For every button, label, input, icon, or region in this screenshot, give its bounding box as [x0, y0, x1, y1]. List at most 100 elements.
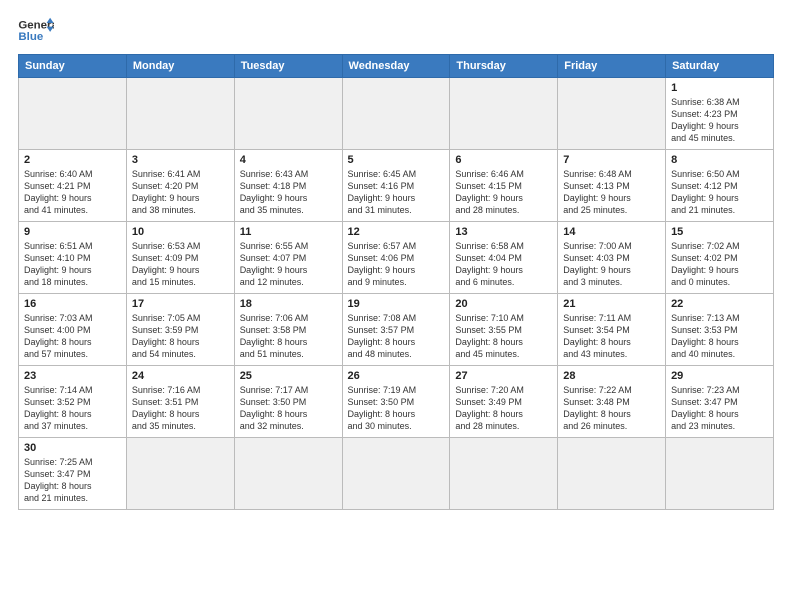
calendar-cell: 14Sunrise: 7:00 AM Sunset: 4:03 PM Dayli…	[558, 222, 666, 294]
calendar-cell	[558, 438, 666, 510]
calendar-cell	[126, 78, 234, 150]
calendar-cell: 22Sunrise: 7:13 AM Sunset: 3:53 PM Dayli…	[666, 294, 774, 366]
calendar-week-3: 9 Sunrise: 6:51 AM Sunset: 4:10 PM Daylig…	[19, 222, 774, 294]
day-number: 15	[671, 226, 768, 238]
day-info: Sunrise: 7:11 AM Sunset: 3:54 PM Dayligh…	[563, 312, 660, 361]
calendar-cell: 24Sunrise: 7:16 AM Sunset: 3:51 PM Dayli…	[126, 366, 234, 438]
day-info: Sunrise: 6:51 AM Sunset: 4:10 PM Dayligh…	[24, 240, 121, 289]
calendar-week-1: 1 Sunrise: 6:38 AM Sunset: 4:23 PM Daylig…	[19, 78, 774, 150]
day-info: Sunrise: 6:50 AM Sunset: 4:12 PM Dayligh…	[671, 168, 768, 217]
calendar-cell	[558, 78, 666, 150]
day-number: 12	[348, 226, 445, 238]
calendar-cell: 2Sunrise: 6:40 AM Sunset: 4:21 PM Daylig…	[19, 150, 127, 222]
weekday-header-monday: Monday	[126, 55, 234, 78]
calendar-cell: 15 Sunrise: 7:02 AM Sunset: 4:02 PM Dayli…	[666, 222, 774, 294]
calendar-cell	[342, 78, 450, 150]
calendar-cell: 25 Sunrise: 7:17 AM Sunset: 3:50 PM Dayli…	[234, 366, 342, 438]
day-info: Sunrise: 7:06 AM Sunset: 3:58 PM Dayligh…	[240, 312, 337, 361]
day-number: 5	[348, 154, 445, 166]
calendar-body: 1 Sunrise: 6:38 AM Sunset: 4:23 PM Daylig…	[19, 78, 774, 510]
day-info: Sunrise: 7:17 AM Sunset: 3:50 PM Dayligh…	[240, 384, 337, 433]
calendar-cell	[450, 438, 558, 510]
weekday-header-sunday: Sunday	[19, 55, 127, 78]
day-number: 19	[348, 298, 445, 310]
day-number: 6	[455, 154, 552, 166]
calendar-cell	[666, 438, 774, 510]
calendar-cell	[126, 438, 234, 510]
day-info: Sunrise: 7:08 AM Sunset: 3:57 PM Dayligh…	[348, 312, 445, 361]
calendar-cell	[19, 78, 127, 150]
calendar-cell: 8 Sunrise: 6:50 AM Sunset: 4:12 PM Daylig…	[666, 150, 774, 222]
day-number: 17	[132, 298, 229, 310]
calendar-cell: 17 Sunrise: 7:05 AM Sunset: 3:59 PM Dayli…	[126, 294, 234, 366]
weekday-header-tuesday: Tuesday	[234, 55, 342, 78]
day-info: Sunrise: 7:03 AM Sunset: 4:00 PM Dayligh…	[24, 312, 121, 361]
day-number: 3	[132, 154, 229, 166]
header: General Blue	[18, 16, 774, 46]
day-number: 30	[24, 442, 121, 454]
day-number: 29	[671, 370, 768, 382]
day-info: Sunrise: 7:19 AM Sunset: 3:50 PM Dayligh…	[348, 384, 445, 433]
day-number: 11	[240, 226, 337, 238]
weekday-header-thursday: Thursday	[450, 55, 558, 78]
calendar-cell: 6 Sunrise: 6:46 AM Sunset: 4:15 PM Daylig…	[450, 150, 558, 222]
calendar-cell: 18 Sunrise: 7:06 AM Sunset: 3:58 PM Dayli…	[234, 294, 342, 366]
calendar-cell: 5 Sunrise: 6:45 AM Sunset: 4:16 PM Daylig…	[342, 150, 450, 222]
calendar-header: SundayMondayTuesdayWednesdayThursdayFrid…	[19, 55, 774, 78]
logo: General Blue	[18, 16, 54, 46]
calendar-cell	[234, 438, 342, 510]
day-info: Sunrise: 6:40 AM Sunset: 4:21 PM Dayligh…	[24, 168, 121, 217]
calendar-cell: 26 Sunrise: 7:19 AM Sunset: 3:50 PM Dayli…	[342, 366, 450, 438]
weekday-header-saturday: Saturday	[666, 55, 774, 78]
day-number: 4	[240, 154, 337, 166]
day-info: Sunrise: 6:41 AM Sunset: 4:20 PM Dayligh…	[132, 168, 229, 217]
day-info: Sunrise: 6:48 AM Sunset: 4:13 PM Dayligh…	[563, 168, 660, 217]
day-info: Sunrise: 7:23 AM Sunset: 3:47 PM Dayligh…	[671, 384, 768, 433]
svg-text:Blue: Blue	[18, 31, 43, 43]
day-number: 7	[563, 154, 660, 166]
day-info: Sunrise: 6:43 AM Sunset: 4:18 PM Dayligh…	[240, 168, 337, 217]
day-number: 16	[24, 298, 121, 310]
generalblue-logo-icon: General Blue	[18, 16, 54, 46]
calendar-cell: 29 Sunrise: 7:23 AM Sunset: 3:47 PM Dayli…	[666, 366, 774, 438]
day-number: 8	[671, 154, 768, 166]
calendar-week-5: 23Sunrise: 7:14 AM Sunset: 3:52 PM Dayli…	[19, 366, 774, 438]
calendar-cell: 20Sunrise: 7:10 AM Sunset: 3:55 PM Dayli…	[450, 294, 558, 366]
day-number: 14	[563, 226, 660, 238]
day-info: Sunrise: 7:25 AM Sunset: 3:47 PM Dayligh…	[24, 456, 121, 505]
day-number: 18	[240, 298, 337, 310]
weekday-row: SundayMondayTuesdayWednesdayThursdayFrid…	[19, 55, 774, 78]
day-info: Sunrise: 7:02 AM Sunset: 4:02 PM Dayligh…	[671, 240, 768, 289]
day-info: Sunrise: 6:38 AM Sunset: 4:23 PM Dayligh…	[671, 96, 768, 145]
day-info: Sunrise: 6:53 AM Sunset: 4:09 PM Dayligh…	[132, 240, 229, 289]
day-info: Sunrise: 7:05 AM Sunset: 3:59 PM Dayligh…	[132, 312, 229, 361]
day-info: Sunrise: 6:46 AM Sunset: 4:15 PM Dayligh…	[455, 168, 552, 217]
day-number: 26	[348, 370, 445, 382]
calendar-cell: 16 Sunrise: 7:03 AM Sunset: 4:00 PM Dayli…	[19, 294, 127, 366]
calendar-week-6: 30 Sunrise: 7:25 AM Sunset: 3:47 PM Dayli…	[19, 438, 774, 510]
calendar-cell	[342, 438, 450, 510]
calendar-cell: 11 Sunrise: 6:55 AM Sunset: 4:07 PM Dayli…	[234, 222, 342, 294]
day-info: Sunrise: 7:10 AM Sunset: 3:55 PM Dayligh…	[455, 312, 552, 361]
day-info: Sunrise: 6:58 AM Sunset: 4:04 PM Dayligh…	[455, 240, 552, 289]
day-number: 13	[455, 226, 552, 238]
calendar-cell: 28Sunrise: 7:22 AM Sunset: 3:48 PM Dayli…	[558, 366, 666, 438]
calendar-cell: 23Sunrise: 7:14 AM Sunset: 3:52 PM Dayli…	[19, 366, 127, 438]
day-info: Sunrise: 6:45 AM Sunset: 4:16 PM Dayligh…	[348, 168, 445, 217]
calendar-cell: 13 Sunrise: 6:58 AM Sunset: 4:04 PM Dayli…	[450, 222, 558, 294]
day-number: 25	[240, 370, 337, 382]
day-info: Sunrise: 7:14 AM Sunset: 3:52 PM Dayligh…	[24, 384, 121, 433]
calendar-cell: 19 Sunrise: 7:08 AM Sunset: 3:57 PM Dayli…	[342, 294, 450, 366]
weekday-header-friday: Friday	[558, 55, 666, 78]
day-number: 27	[455, 370, 552, 382]
day-info: Sunrise: 6:55 AM Sunset: 4:07 PM Dayligh…	[240, 240, 337, 289]
day-number: 10	[132, 226, 229, 238]
day-info: Sunrise: 7:22 AM Sunset: 3:48 PM Dayligh…	[563, 384, 660, 433]
weekday-header-wednesday: Wednesday	[342, 55, 450, 78]
calendar-cell: 4 Sunrise: 6:43 AM Sunset: 4:18 PM Daylig…	[234, 150, 342, 222]
calendar-cell: 30 Sunrise: 7:25 AM Sunset: 3:47 PM Dayli…	[19, 438, 127, 510]
calendar-cell: 3 Sunrise: 6:41 AM Sunset: 4:20 PM Daylig…	[126, 150, 234, 222]
day-number: 1	[671, 82, 768, 94]
day-number: 9	[24, 226, 121, 238]
calendar-cell: 12Sunrise: 6:57 AM Sunset: 4:06 PM Dayli…	[342, 222, 450, 294]
